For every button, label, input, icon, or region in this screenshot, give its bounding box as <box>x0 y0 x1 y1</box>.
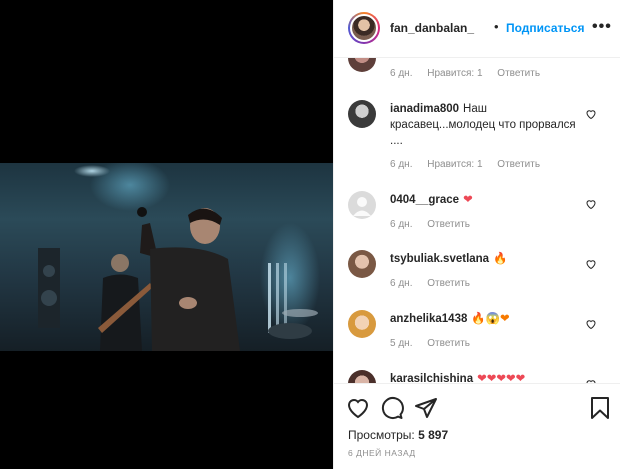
comment-text: 🔥😱❤ <box>471 313 510 325</box>
comment-avatar[interactable] <box>348 58 376 72</box>
video-timestamp-partial <box>40 462 100 469</box>
comment-meta: 5 дн. Ответить <box>390 338 482 349</box>
author-avatar[interactable] <box>348 12 380 44</box>
views-number: 5 897 <box>418 428 449 442</box>
comment-username[interactable]: tsybuliak.svetlana <box>390 253 489 265</box>
share-icon[interactable] <box>414 396 438 420</box>
more-options-icon[interactable]: ••• <box>592 18 612 36</box>
comment-body: tsybuliak.svetlana 🔥 <box>390 251 578 267</box>
comment-body: ianadima800 Наш красавец...молодец что пр… <box>390 101 578 149</box>
comment-text: ❤ <box>463 194 473 206</box>
separator-dot: • <box>494 19 499 34</box>
post-details-panel: fan_danbalan_ • Подписаться ••• 6 дн. Нр… <box>333 0 620 469</box>
comment-avatar[interactable] <box>348 310 376 338</box>
comment-body: karasilchishina ❤❤❤❤❤ <box>390 371 578 383</box>
like-heart-icon[interactable] <box>585 258 597 270</box>
comment-text: 🔥 <box>493 253 508 265</box>
reply-button[interactable]: Ответить <box>497 68 540 79</box>
like-heart-icon[interactable] <box>585 108 597 120</box>
views-label: Просмотры: <box>348 428 415 442</box>
comment-username[interactable]: anzhelika1438 <box>390 313 467 325</box>
views-count[interactable]: Просмотры: 5 897 <box>348 428 448 442</box>
comment-meta: 6 дн. Ответить <box>390 219 482 230</box>
comment-avatar[interactable] <box>348 100 376 128</box>
post-header: fan_danbalan_ • Подписаться ••• <box>334 0 620 58</box>
comment-username[interactable]: 0404__grace <box>390 194 459 206</box>
like-heart-icon[interactable] <box>585 198 597 210</box>
comments-list[interactable]: 6 дн. Нравится: 1 Ответить ianadima800 На… <box>334 58 620 383</box>
comment-body: 0404__grace ❤ <box>390 192 578 208</box>
comment-meta: 6 дн. Ответить <box>390 278 482 289</box>
comment-meta: 6 дн. Нравится: 1 Ответить <box>390 159 552 170</box>
post-actions: Просмотры: 5 897 6 ДНЕЙ НАЗАД <box>334 383 620 469</box>
bookmark-icon[interactable] <box>588 396 612 420</box>
comment-avatar[interactable] <box>348 191 376 219</box>
comment-time[interactable]: 6 дн. <box>390 278 412 289</box>
comment-icon[interactable] <box>380 396 404 420</box>
comment-likes[interactable]: Нравится: 1 <box>427 159 482 170</box>
reply-button[interactable]: Ответить <box>427 219 470 230</box>
comment-time[interactable]: 6 дн. <box>390 68 412 79</box>
comment-avatar[interactable] <box>348 370 376 383</box>
reply-button[interactable]: Ответить <box>497 159 540 170</box>
author-username[interactable]: fan_danbalan_ <box>390 21 474 35</box>
comment-text: ❤❤❤❤❤ <box>477 373 526 383</box>
comment-likes[interactable]: Нравится: 1 <box>427 68 482 79</box>
comment-time[interactable]: 5 дн. <box>390 338 412 349</box>
reply-button[interactable]: Ответить <box>427 278 470 289</box>
comment-time[interactable]: 6 дн. <box>390 219 412 230</box>
comment-time[interactable]: 6 дн. <box>390 159 412 170</box>
post-timestamp[interactable]: 6 ДНЕЙ НАЗАД <box>348 448 416 458</box>
comment-username[interactable]: ianadima800 <box>390 103 459 115</box>
video-player[interactable] <box>0 163 333 351</box>
media-pane <box>0 0 333 469</box>
like-heart-icon[interactable] <box>585 318 597 330</box>
comment-meta: 6 дн. Нравится: 1 Ответить <box>390 68 552 79</box>
follow-button[interactable]: Подписаться <box>506 21 584 35</box>
default-avatar-icon <box>353 197 371 216</box>
video-frame <box>38 163 320 351</box>
comment-username[interactable]: karasilchishina <box>390 373 473 383</box>
comment-avatar[interactable] <box>348 250 376 278</box>
heart-icon[interactable] <box>346 396 370 420</box>
comment-body: anzhelika1438 🔥😱❤ <box>390 311 578 327</box>
reply-button[interactable]: Ответить <box>427 338 470 349</box>
